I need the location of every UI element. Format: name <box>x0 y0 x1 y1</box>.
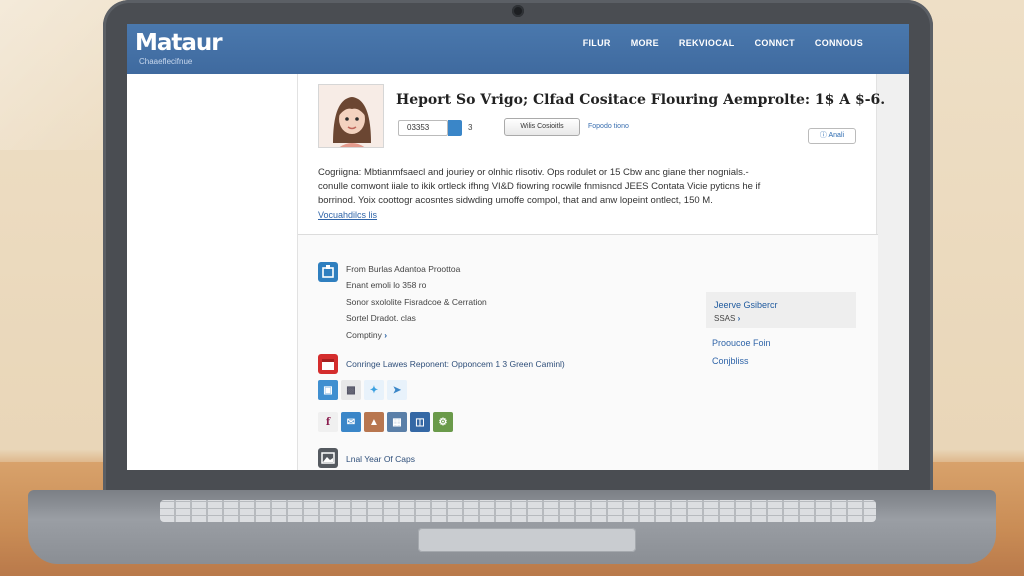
description-link[interactable]: Vocuahdilcs lis <box>318 208 868 222</box>
secondary-action-label: Anali <box>828 132 845 139</box>
profile-card: Heport So Vrigo; Clfad Cositace Flouring… <box>318 84 885 160</box>
laptop-base <box>28 490 996 564</box>
laptop-lid: Mataur Chaaeflecifnue FILUR MORE REKVIOC… <box>103 0 933 495</box>
count-field[interactable]: 03353 <box>398 120 448 136</box>
site-header: Mataur Chaaeflecifnue FILUR MORE REKVIOC… <box>127 24 909 74</box>
section-line-1: Enant emoli lo 358 ro <box>346 280 427 290</box>
sidebar-box-sub-label: SSAS <box>714 314 736 323</box>
left-gutter <box>127 74 297 470</box>
nav-item-3[interactable]: REKVIOCAL <box>679 38 735 48</box>
nav-item-4[interactable]: CONNCT <box>755 38 795 48</box>
calendar-icon[interactable]: ▦ <box>387 412 407 432</box>
info-icon: ⓘ <box>819 132 827 139</box>
app-icon[interactable]: ▣ <box>318 380 338 400</box>
sidebar-link-1[interactable]: Prooucoe Foin <box>712 338 771 348</box>
section-line-3: Sortel Dradot. clas <box>346 313 416 323</box>
right-gutter <box>877 74 909 470</box>
sidebar-link-2[interactable]: Conjbliss <box>712 356 749 366</box>
mail-icon[interactable]: ✉ <box>341 412 361 432</box>
chevron-right-icon: › <box>384 330 388 340</box>
sidebar-box-title: Jeerve Gsibercr <box>714 300 778 310</box>
keyboard <box>160 500 876 522</box>
facebook-icon[interactable]: f <box>318 412 338 432</box>
chevron-right-icon: › <box>737 314 741 323</box>
section-line-2: Sonor sxololite Fisradcoe & Cerration <box>346 297 487 307</box>
icon-row-1: ▣ ▩ ✦ ➤ <box>318 380 407 400</box>
feature-icon <box>318 262 338 282</box>
calendar-icon <box>318 354 338 374</box>
photo-icon[interactable]: ▲ <box>364 412 384 432</box>
twitter-icon[interactable]: ✦ <box>364 380 384 400</box>
sidebar-box-sub: SSAS › <box>714 314 848 323</box>
laptop-screen: Mataur Chaaeflecifnue FILUR MORE REKVIOC… <box>127 24 909 470</box>
sidebar-box[interactable]: Jeerve Gsibercr SSAS › <box>706 292 856 328</box>
nav-item-1[interactable]: FILUR <box>583 38 611 48</box>
description-line-1: Cogriigna: Mbtianmfsaecl and jouriey or … <box>318 167 749 178</box>
profile-link[interactable]: Fopodo tiono <box>588 123 629 130</box>
nav-item-5[interactable]: CONNOUS <box>815 38 863 48</box>
trackpad <box>418 528 636 552</box>
site-logo[interactable]: Mataur <box>135 30 223 56</box>
share-icon[interactable]: ➤ <box>387 380 407 400</box>
count-add-button[interactable] <box>448 120 462 136</box>
count-value: 3 <box>468 123 473 132</box>
description-text: Cogriigna: Mbtianmfsaecl and jouriey or … <box>318 166 868 222</box>
avatar-icon <box>319 85 383 147</box>
main-content: Heport So Vrigo; Clfad Cositace Flouring… <box>297 74 885 470</box>
icon-row-2: f ✉ ▲ ▦ ◫ ⚙ <box>318 412 453 432</box>
secondary-action-button[interactable]: ⓘ Anali <box>808 128 856 144</box>
company-link-label: Comptiny <box>346 330 382 340</box>
settings-icon[interactable]: ⚙ <box>433 412 453 432</box>
page-title: Heport So Vrigo; Clfad Cositace Flouring… <box>396 92 886 108</box>
webcam <box>512 5 524 17</box>
nav-item-2[interactable]: MORE <box>631 38 659 48</box>
primary-action-button[interactable]: Wilis Cosioitls <box>504 118 580 136</box>
description-line-3: borrinod. Yoix coottogr acosntes sidwdin… <box>318 195 713 206</box>
gallery-icon <box>318 448 338 468</box>
section-row-2[interactable]: Conringe Lawes Reponent: Opponcem 1 3 Gr… <box>346 359 565 369</box>
company-link[interactable]: Comptiny › <box>346 330 387 340</box>
description-line-2: conulle comwont iiale to ikik ortleck if… <box>318 181 761 192</box>
avatar[interactable] <box>318 84 384 148</box>
photo-icon[interactable]: ▩ <box>341 380 361 400</box>
last-item-link[interactable]: Lnal Year Of Caps <box>346 454 415 464</box>
site-tagline: Chaaeflecifnue <box>139 57 193 66</box>
chat-icon[interactable]: ◫ <box>410 412 430 432</box>
main-nav: FILUR MORE REKVIOCAL CONNCT CONNOUS <box>583 38 863 48</box>
section-heading[interactable]: From Burlas Adantoa Proottoa <box>346 264 460 274</box>
